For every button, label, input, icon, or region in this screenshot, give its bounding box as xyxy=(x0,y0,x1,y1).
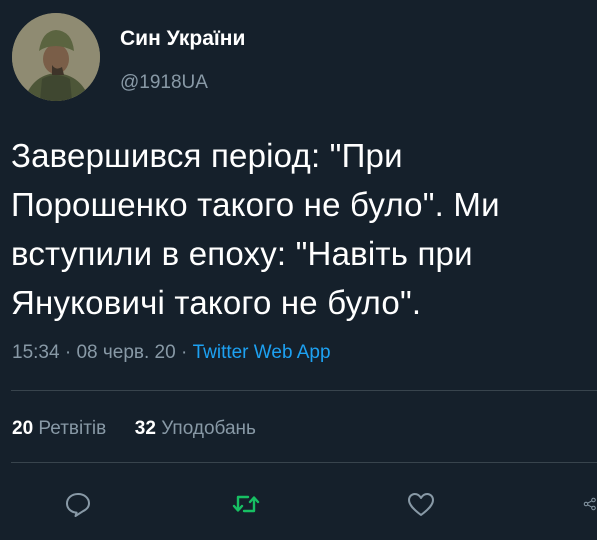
likes-count[interactable]: 32 xyxy=(135,418,156,439)
share-button[interactable] xyxy=(583,488,597,520)
retweets-label[interactable]: Ретвітів xyxy=(38,418,106,439)
reply-icon xyxy=(66,493,90,517)
display-name[interactable]: Син України xyxy=(120,27,245,51)
tweet-text: Завершився період: "При Порошенко такого… xyxy=(11,131,586,327)
meta-separator: · xyxy=(180,342,188,363)
tweet-text-line: вступили в епоху: "Навіть при xyxy=(11,235,473,272)
tweet-meta: 15:34 · 08 черв. 20 · Twitter Web App xyxy=(12,342,331,364)
tweet-text-line: Януковичі такого не було". xyxy=(11,284,422,321)
tweet-time[interactable]: 15:34 xyxy=(12,342,60,363)
user-handle[interactable]: @1918UA xyxy=(120,72,208,94)
tweet-stats: 20 Ретвітів 32 Уподобань xyxy=(12,418,256,440)
meta-separator: · xyxy=(64,342,72,363)
divider xyxy=(11,390,597,391)
retweet-icon xyxy=(232,495,260,513)
tweet-source-link[interactable]: Twitter Web App xyxy=(193,342,331,363)
tweet-date[interactable]: 08 черв. 20 xyxy=(76,342,175,363)
like-button[interactable] xyxy=(405,488,437,520)
avatar[interactable] xyxy=(12,13,100,101)
divider xyxy=(11,462,597,463)
tweet-text-line: Завершився період: "При xyxy=(11,137,403,174)
soldier-avatar-image xyxy=(12,13,100,101)
heart-icon xyxy=(408,493,434,516)
likes-label[interactable]: Уподобань xyxy=(161,418,256,439)
retweet-button[interactable] xyxy=(230,488,262,520)
reply-button[interactable] xyxy=(62,488,94,520)
tweet-text-line: Порошенко такого не було". Ми xyxy=(11,186,500,223)
share-icon xyxy=(583,497,596,511)
retweets-count[interactable]: 20 xyxy=(12,418,33,439)
